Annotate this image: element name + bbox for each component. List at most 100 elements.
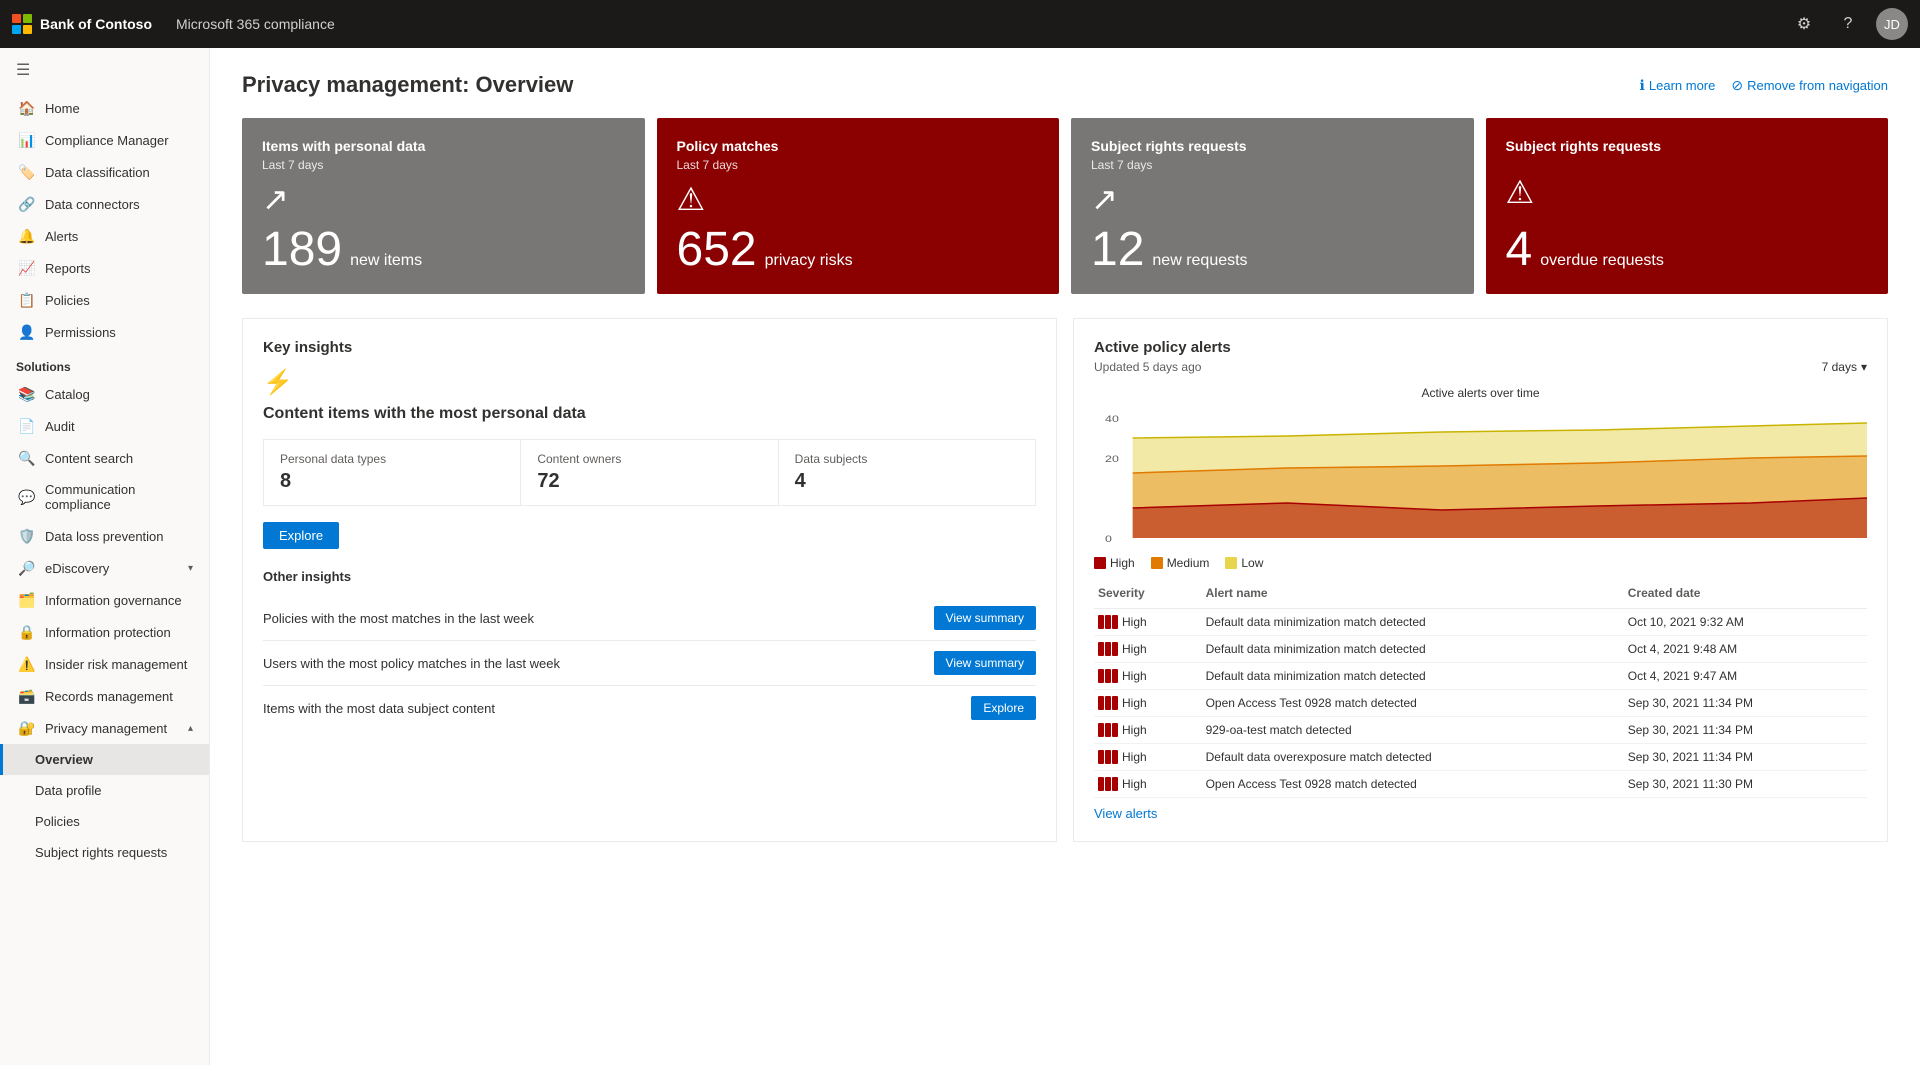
- reports-icon: 📈: [19, 260, 35, 276]
- sidebar-item-label: Permissions: [45, 325, 116, 340]
- permissions-icon: 👤: [19, 324, 35, 340]
- cell-alert-name: 929-oa-test match detected: [1202, 717, 1624, 744]
- chart-area: 40 20 0: [1094, 408, 1867, 548]
- cell-severity: High: [1094, 771, 1202, 798]
- severity-bars: [1098, 723, 1118, 737]
- overview-label: Overview: [35, 752, 93, 767]
- connector-icon: 🔗: [19, 196, 35, 212]
- sidebar-item-compliance-manager[interactable]: 📊 Compliance Manager: [0, 124, 209, 156]
- stat-personal-types: Personal data types 8: [264, 440, 521, 505]
- card-label: privacy risks: [765, 252, 853, 270]
- alerts-title: Active policy alerts: [1094, 339, 1231, 356]
- app-title: Microsoft 365 compliance: [176, 16, 335, 32]
- active-alerts-panel: Active policy alerts Updated 5 days ago …: [1073, 318, 1888, 842]
- data-profile-label: Data profile: [35, 783, 101, 798]
- hamburger-button[interactable]: ☰: [0, 48, 209, 92]
- view-summary-users-button[interactable]: View summary: [934, 651, 1036, 675]
- high-color-dot: [1094, 557, 1106, 569]
- explore-button[interactable]: Explore: [263, 522, 339, 549]
- cell-created-date: Sep 30, 2021 11:34 PM: [1624, 744, 1867, 771]
- page-title: Privacy management: Overview: [242, 72, 1640, 98]
- card-subject-rights-overdue[interactable]: Subject rights requests ⚠ 4 overdue requ…: [1486, 118, 1889, 294]
- summary-cards: Items with personal data Last 7 days ↗ 1…: [242, 118, 1888, 294]
- card-policy-matches[interactable]: Policy matches Last 7 days ⚠ 652 privacy…: [657, 118, 1060, 294]
- view-summary-policies-button[interactable]: View summary: [934, 606, 1036, 630]
- table-row: High Default data minimization match det…: [1094, 609, 1867, 636]
- severity-bars: [1098, 777, 1118, 791]
- cell-created-date: Oct 10, 2021 9:32 AM: [1624, 609, 1867, 636]
- audit-icon: 📄: [19, 418, 35, 434]
- card-subject-rights-new[interactable]: Subject rights requests Last 7 days ↗ 12…: [1071, 118, 1474, 294]
- sidebar-item-home[interactable]: 🏠 Home: [0, 92, 209, 124]
- sidebar-item-label: Data connectors: [45, 197, 140, 212]
- settings-icon[interactable]: ⚙: [1788, 8, 1820, 40]
- avatar[interactable]: JD: [1876, 8, 1908, 40]
- sidebar-item-data-connectors[interactable]: 🔗 Data connectors: [0, 188, 209, 220]
- sidebar-item-insider-risk[interactable]: ⚠️ Insider risk management: [0, 648, 209, 680]
- cell-severity: High: [1094, 744, 1202, 771]
- col-created-date: Created date: [1624, 582, 1867, 609]
- help-icon[interactable]: ?: [1832, 8, 1864, 40]
- catalog-icon: 📚: [19, 386, 35, 402]
- sidebar-item-comm-compliance[interactable]: 💬 Communication compliance: [0, 474, 209, 520]
- sidebar-item-data-loss[interactable]: 🛡️ Data loss prevention: [0, 520, 209, 552]
- warning-icon: ⚠️: [19, 656, 35, 672]
- sidebar-item-permissions[interactable]: 👤 Permissions: [0, 316, 209, 348]
- view-alerts-link[interactable]: View alerts: [1094, 806, 1157, 821]
- alert-triangle-icon: ⚠: [677, 180, 1040, 218]
- card-number: 4: [1506, 226, 1533, 274]
- insights-stats: Personal data types 8 Content owners 72 …: [263, 439, 1036, 506]
- sidebar-item-label: Reports: [45, 261, 91, 276]
- cell-alert-name: Default data minimization match detected: [1202, 636, 1624, 663]
- org-name: Bank of Contoso: [40, 16, 152, 32]
- cell-created-date: Oct 4, 2021 9:48 AM: [1624, 636, 1867, 663]
- low-color-dot: [1225, 557, 1237, 569]
- card-items-personal[interactable]: Items with personal data Last 7 days ↗ 1…: [242, 118, 645, 294]
- search-icon: 🔍: [19, 450, 35, 466]
- table-row: High Open Access Test 0928 match detecte…: [1094, 690, 1867, 717]
- sidebar-item-reports[interactable]: 📈 Reports: [0, 252, 209, 284]
- cell-alert-name: Open Access Test 0928 match detected: [1202, 771, 1624, 798]
- remove-nav-link[interactable]: ⊘ Remove from navigation: [1731, 77, 1888, 94]
- svg-text:20: 20: [1105, 455, 1119, 465]
- sidebar-item-records-mgmt[interactable]: 🗃️ Records management: [0, 680, 209, 712]
- sidebar-item-content-search[interactable]: 🔍 Content search: [0, 442, 209, 474]
- table-row: High Open Access Test 0928 match detecte…: [1094, 771, 1867, 798]
- sidebar-item-policies[interactable]: 📋 Policies: [0, 284, 209, 316]
- sidebar-item-catalog[interactable]: 📚 Catalog: [0, 378, 209, 410]
- legend-high: High: [1094, 556, 1135, 570]
- app-logo[interactable]: Bank of Contoso: [12, 14, 152, 34]
- sidebar-item-subject-rights[interactable]: Subject rights requests: [0, 837, 209, 868]
- severity-bars: [1098, 642, 1118, 656]
- sidebar-item-data-profile[interactable]: Data profile: [0, 775, 209, 806]
- explore-items-button[interactable]: Explore: [971, 696, 1036, 720]
- learn-more-link[interactable]: ℹ Learn more: [1640, 77, 1716, 94]
- sidebar-item-info-protection[interactable]: 🔒 Information protection: [0, 616, 209, 648]
- insight-row-policies: Policies with the most matches in the la…: [263, 596, 1036, 641]
- cell-alert-name: Open Access Test 0928 match detected: [1202, 690, 1624, 717]
- page-header: Privacy management: Overview ℹ Learn mor…: [242, 72, 1888, 98]
- info-icon: ℹ: [1640, 77, 1645, 94]
- records-icon: 🗃️: [19, 688, 35, 704]
- time-period-selector[interactable]: 7 days ▾: [1822, 360, 1867, 374]
- card-subtitle: Last 7 days: [677, 158, 1040, 172]
- sidebar-item-privacy-mgmt[interactable]: 🔐 Privacy management ▴: [0, 712, 209, 744]
- sidebar-item-info-governance[interactable]: 🗂️ Information governance: [0, 584, 209, 616]
- table-row: High Default data overexposure match det…: [1094, 744, 1867, 771]
- alerts-table: Severity Alert name Created date: [1094, 582, 1867, 798]
- sidebar-item-label: Audit: [45, 419, 75, 434]
- sidebar-item-policies-sub[interactable]: Policies: [0, 806, 209, 837]
- sidebar-item-ediscovery[interactable]: 🔎 eDiscovery ▾: [0, 552, 209, 584]
- solutions-label: Solutions: [0, 348, 209, 378]
- cell-created-date: Oct 4, 2021 9:47 AM: [1624, 663, 1867, 690]
- sidebar-item-alerts[interactable]: 🔔 Alerts: [0, 220, 209, 252]
- chevron-down-icon: ▾: [188, 563, 193, 574]
- svg-text:40: 40: [1105, 415, 1119, 425]
- sidebar-item-overview[interactable]: Overview: [0, 744, 209, 775]
- sidebar-item-data-classification[interactable]: 🏷️ Data classification: [0, 156, 209, 188]
- sidebar-item-audit[interactable]: 📄 Audit: [0, 410, 209, 442]
- compliance-icon: 📊: [19, 132, 35, 148]
- cell-severity: High: [1094, 609, 1202, 636]
- sidebar-item-label: Privacy management: [45, 721, 167, 736]
- ediscovery-icon: 🔎: [19, 560, 35, 576]
